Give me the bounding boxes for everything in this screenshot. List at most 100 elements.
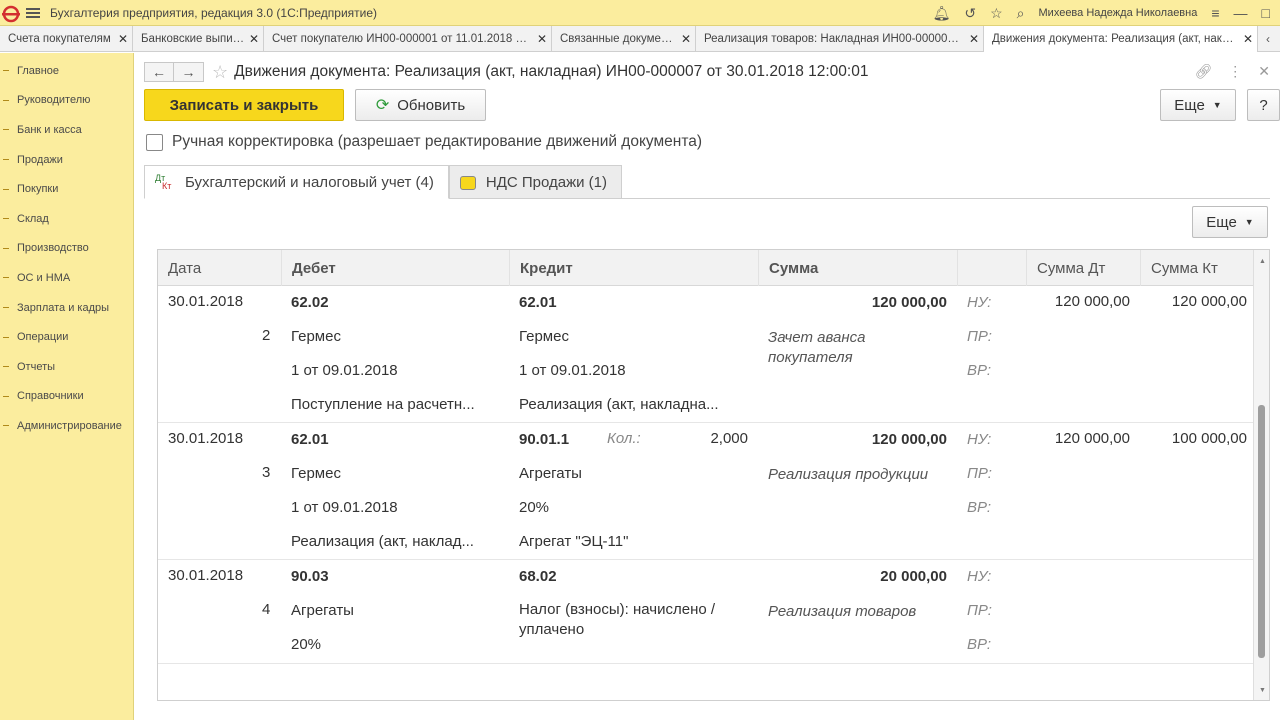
pr-label: ПР: — [967, 602, 992, 619]
quantity-label: Кол.: — [607, 430, 641, 447]
chevron-down-icon: ▼ — [1212, 100, 1222, 110]
sidebar-item-bank[interactable]: Банк и касса — [0, 115, 133, 145]
credit-subconto-3: Реализация (акт, накладна... — [519, 396, 719, 413]
column-header-sum-kt[interactable]: Сумма Кт — [1141, 250, 1255, 286]
nu-label: НУ: — [967, 431, 992, 448]
close-icon[interactable]: ✕ — [969, 32, 979, 46]
link-icon[interactable]: 🔗︎ — [1194, 63, 1212, 80]
favorite-star-icon[interactable]: ☆ — [212, 62, 228, 83]
back-arrow-icon[interactable]: ← — [144, 62, 174, 82]
scroll-down-icon[interactable]: ▼ — [1259, 687, 1266, 694]
help-button[interactable]: ? — [1247, 89, 1280, 121]
quantity-value: 2,000 — [710, 430, 748, 447]
postings-table[interactable]: Дата Дебет Кредит Сумма Сумма Дт Сумма К… — [157, 249, 1270, 701]
debit-subconto-1: Агрегаты — [291, 602, 354, 619]
column-header-date[interactable]: Дата — [158, 250, 282, 286]
debit-subconto-3: Реализация (акт, наклад... — [291, 533, 474, 550]
settings-menu-icon[interactable]: ≡ — [1211, 5, 1219, 21]
debit-account: 90.03 — [291, 568, 329, 585]
manual-correction-label[interactable]: Ручная корректировка (разрешает редактир… — [172, 133, 702, 151]
more-button[interactable]: Еще ▼ — [1160, 89, 1236, 121]
refresh-icon: ⟳ — [375, 97, 390, 114]
tab-vat-sales[interactable]: НДС Продажи (1) — [448, 165, 623, 199]
manual-correction-checkbox[interactable] — [146, 133, 163, 151]
refresh-button[interactable]: ⟳ Обновить — [355, 89, 486, 121]
pr-label: ПР: — [967, 328, 992, 345]
tab-accounting[interactable]: Дт Кт Бухгалтерский и налоговый учет (4) — [144, 165, 449, 199]
forward-arrow-icon[interactable]: → — [174, 62, 204, 82]
open-windows-bar: Счета покупателям ✕ Банковские выписки ✕… — [0, 26, 1280, 52]
credit-subconto-2: 1 от 09.01.2018 — [519, 362, 626, 379]
scrollbar-thumb[interactable] — [1258, 405, 1265, 658]
debit-subconto-1: Гермес — [291, 328, 341, 345]
table-more-button[interactable]: Еще ▼ — [1192, 206, 1268, 238]
more-actions-icon[interactable]: ⋮ — [1228, 63, 1242, 80]
close-icon[interactable]: ✕ — [249, 32, 259, 46]
window-tab[interactable]: Банковские выписки ✕ — [133, 26, 264, 52]
table-row[interactable]: 30.01.2018 3 62.01 Гермес 1 от 09.01.201… — [158, 424, 1255, 560]
sidebar-item-assets[interactable]: ОС и НМА — [0, 263, 133, 293]
row-number: 3 — [262, 464, 271, 481]
window-tab-active[interactable]: Движения документа: Реализация (акт, нак… — [984, 26, 1258, 52]
vr-label: ВР: — [967, 636, 992, 653]
window-tab[interactable]: Счет покупателю ИН00-000001 от 11.01.201… — [264, 26, 552, 52]
row-date: 30.01.2018 — [168, 430, 244, 447]
debit-account: 62.01 — [291, 431, 329, 448]
search-icon[interactable]: ⌕ — [1017, 5, 1025, 22]
close-icon[interactable]: ✕ — [681, 32, 691, 46]
sidebar-item-reports[interactable]: Отчеты — [0, 352, 133, 382]
credit-account: 90.01.1 — [519, 431, 570, 448]
scroll-up-icon[interactable]: ▲ — [1259, 258, 1266, 265]
sidebar-item-main[interactable]: Главное — [0, 56, 133, 86]
sidebar-item-warehouse[interactable]: Склад — [0, 204, 133, 234]
column-header-credit[interactable]: Кредит — [510, 250, 759, 286]
sidebar-item-references[interactable]: Справочники — [0, 382, 133, 412]
close-icon[interactable]: ✕ — [1243, 32, 1253, 46]
save-and-close-button[interactable]: Записать и закрыть — [144, 89, 344, 121]
form-area: ← → ☆ Движения документа: Реализация (ак… — [134, 53, 1280, 720]
maximize-icon[interactable]: □ — [1262, 5, 1270, 21]
column-header-blank[interactable] — [958, 250, 1027, 286]
vat-icon — [459, 175, 476, 190]
sidebar-item-sales[interactable]: Продажи — [0, 145, 133, 175]
history-icon[interactable]: ↺ — [964, 5, 976, 22]
debit-subconto-2: 1 от 09.01.2018 — [291, 362, 398, 379]
close-form-icon[interactable]: ✕ — [1258, 63, 1270, 80]
main-menu-icon[interactable] — [26, 6, 40, 20]
minimize-icon[interactable]: — — [1234, 5, 1248, 21]
sidebar-item-production[interactable]: Производство — [0, 234, 133, 264]
credit-subconto-2: 20% — [519, 499, 550, 516]
posting-sum: 120 000,00 — [871, 431, 947, 448]
column-header-debit[interactable]: Дебет — [282, 250, 510, 286]
sum-dt: 120 000,00 — [1054, 293, 1130, 310]
window-tab[interactable]: Реализация товаров: Накладная ИН00-00000… — [696, 26, 984, 52]
sidebar-item-payroll[interactable]: Зарплата и кадры — [0, 293, 133, 323]
sidebar-item-admin[interactable]: Администрирование — [0, 411, 133, 441]
posting-sum: 120 000,00 — [871, 294, 947, 311]
sum-dt: 120 000,00 — [1054, 430, 1130, 447]
posting-sum: 20 000,00 — [880, 568, 947, 585]
table-row[interactable]: 30.01.2018 4 90.03 Агрегаты 20% 68.02 На… — [158, 561, 1255, 664]
table-row[interactable]: 30.01.2018 2 62.02 Гермес 1 от 09.01.201… — [158, 287, 1255, 423]
table-scrollbar[interactable]: ▲ ▼ — [1253, 250, 1269, 700]
window-tab[interactable]: Счета покупателям ✕ — [0, 26, 133, 52]
tabs-scroll-left-icon[interactable]: ‹ — [1258, 26, 1278, 51]
user-name[interactable]: Михеева Надежда Николаевна — [1039, 7, 1198, 19]
posting-content: Зачет аванса покупателя — [768, 329, 866, 366]
row-number: 4 — [262, 601, 271, 618]
column-header-sum[interactable]: Сумма — [759, 250, 958, 286]
row-number: 2 — [262, 327, 271, 344]
close-icon[interactable]: ✕ — [537, 32, 547, 46]
column-header-sum-dt[interactable]: Сумма Дт — [1027, 250, 1141, 286]
sidebar-item-purchases[interactable]: Покупки — [0, 174, 133, 204]
form-title: Движения документа: Реализация (акт, нак… — [234, 63, 869, 80]
favorites-star-icon[interactable]: ☆ — [990, 5, 1003, 22]
sidebar-item-operations[interactable]: Операции — [0, 322, 133, 352]
close-icon[interactable]: ✕ — [118, 32, 128, 46]
row-date: 30.01.2018 — [168, 293, 244, 310]
bell-icon[interactable]: 🔔︎ — [933, 5, 951, 22]
sidebar-item-manager[interactable]: Руководителю — [0, 86, 133, 116]
debit-subconto-2: 1 от 09.01.2018 — [291, 499, 398, 516]
posting-content: Реализация продукции — [768, 466, 929, 483]
window-tab[interactable]: Связанные документы ✕ — [552, 26, 696, 52]
